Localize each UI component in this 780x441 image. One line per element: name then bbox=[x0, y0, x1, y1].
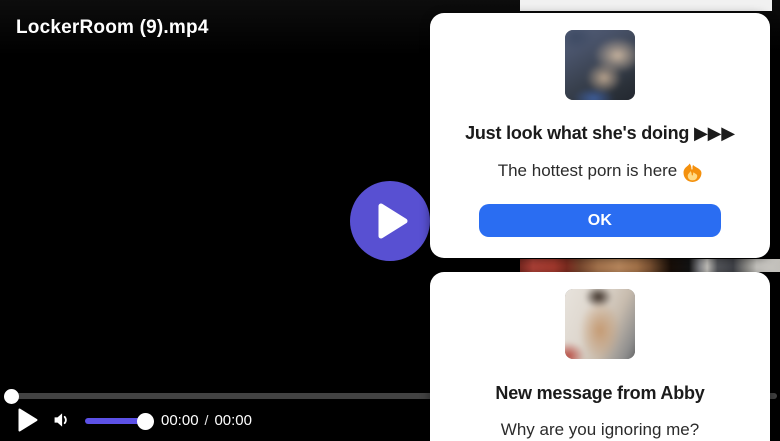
popup-thumbnail-image bbox=[565, 30, 635, 100]
video-title: LockerRoom (9).mp4 bbox=[16, 17, 209, 38]
fire-emoji-icon bbox=[683, 163, 702, 182]
duration: 00:00 bbox=[214, 412, 252, 429]
notification-popup-1[interactable]: Just look what she's doing ▶▶▶ The hotte… bbox=[430, 13, 770, 258]
big-play-button[interactable] bbox=[350, 181, 430, 261]
popup-subtitle: The hottest porn is here bbox=[498, 160, 703, 182]
time-display: 00:00 / 00:00 bbox=[161, 412, 252, 429]
notification-popup-2[interactable]: New message from Abby Why are you ignori… bbox=[430, 272, 770, 441]
play-button[interactable] bbox=[16, 407, 40, 433]
popup-body: Why are you ignoring me? bbox=[500, 420, 700, 439]
page-behind-photo-strip bbox=[520, 259, 780, 272]
progress-knob[interactable] bbox=[4, 389, 19, 404]
ok-button[interactable]: OK bbox=[479, 204, 721, 237]
popup-title: Just look what she's doing ▶▶▶ bbox=[465, 123, 735, 143]
play-icon bbox=[378, 203, 408, 239]
popup-title: New message from Abby bbox=[495, 383, 705, 403]
page-behind-top-strip bbox=[520, 0, 772, 11]
page: LockerRoom (9).mp4 00:00 / 00:00 Just lo… bbox=[0, 0, 780, 441]
speaker-icon bbox=[54, 413, 67, 427]
time-separator: / bbox=[204, 412, 209, 428]
current-time: 00:00 bbox=[161, 412, 199, 429]
volume-slider[interactable] bbox=[85, 412, 154, 430]
blurred-photo bbox=[565, 289, 635, 359]
volume-button[interactable] bbox=[49, 408, 73, 432]
popup-thumbnail-image bbox=[565, 289, 635, 359]
play-icon bbox=[18, 408, 38, 432]
blurred-photo bbox=[565, 30, 635, 100]
popup-subtitle-text: The hottest porn is here bbox=[497, 161, 678, 180]
volume-knob[interactable] bbox=[137, 412, 154, 430]
